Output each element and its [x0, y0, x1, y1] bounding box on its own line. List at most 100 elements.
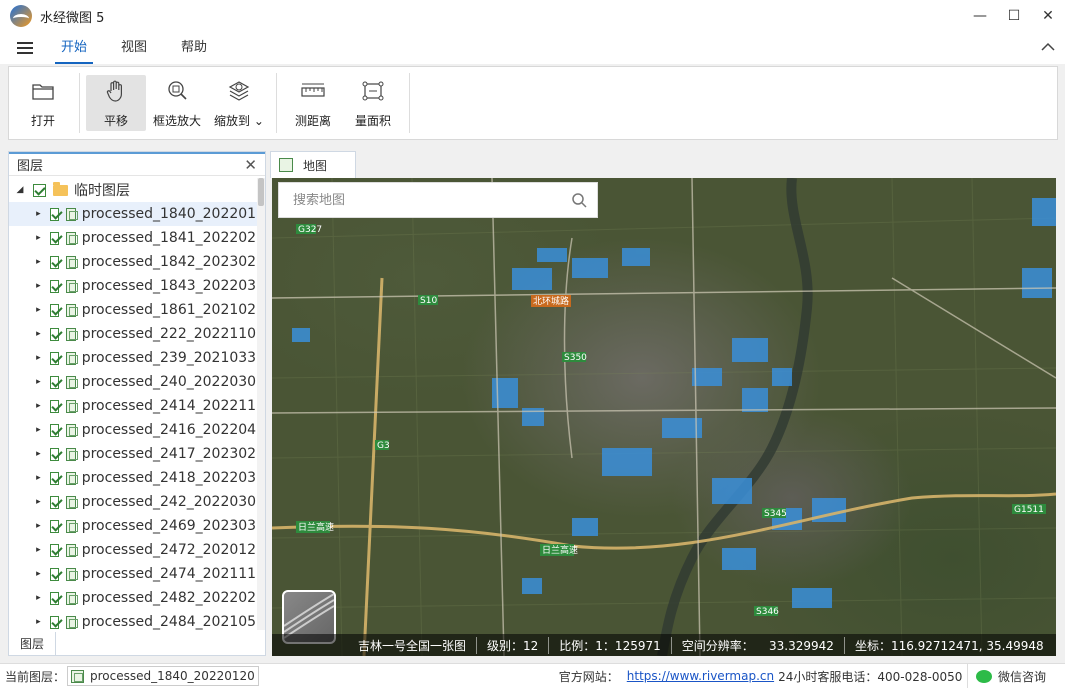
raster-layer-icon: [66, 327, 79, 341]
expand-caret-icon[interactable]: ▸: [35, 617, 42, 627]
layer-checkbox[interactable]: [49, 255, 60, 269]
measure-area-button[interactable]: 量面积: [343, 75, 403, 131]
pan-button[interactable]: 平移: [86, 75, 146, 131]
layer-name: processed_2474_2021110: [81, 566, 265, 582]
layer-checkbox[interactable]: [49, 615, 60, 629]
tab-map[interactable]: 地图: [270, 151, 356, 178]
layer-checkbox[interactable]: [49, 543, 60, 557]
layer-checkbox[interactable]: [49, 495, 60, 509]
expand-caret-icon[interactable]: ▸: [35, 281, 42, 291]
layer-checkbox[interactable]: [49, 423, 60, 437]
minimize-button[interactable]: —: [963, 0, 997, 32]
expand-caret-icon[interactable]: ▸: [35, 329, 42, 339]
layer-row[interactable]: ▸ processed_2414_2022110: [9, 394, 265, 418]
expand-caret-icon[interactable]: ▸: [35, 425, 42, 435]
layer-checkbox[interactable]: [49, 471, 60, 485]
expand-caret-icon[interactable]: ▸: [35, 569, 42, 579]
website-link[interactable]: https://www.rivermap.cn: [627, 669, 774, 683]
layer-row[interactable]: ▸ processed_1840_2022012: [9, 202, 265, 226]
open-button[interactable]: 打开: [13, 75, 73, 131]
layer-checkbox[interactable]: [49, 351, 60, 365]
scroll-thumb[interactable]: [258, 178, 264, 206]
map-label-s10: S10: [420, 296, 437, 306]
layer-tree-scrollbar[interactable]: [257, 178, 265, 630]
box-zoom-button[interactable]: 框选放大: [146, 75, 208, 131]
layer-row[interactable]: ▸ processed_2472_2020121: [9, 538, 265, 562]
close-window-button[interactable]: ✕: [1031, 0, 1065, 32]
layer-row[interactable]: ▸ processed_2418_2022032: [9, 466, 265, 490]
layer-checkbox[interactable]: [49, 231, 60, 245]
expand-caret-icon[interactable]: ▸: [35, 209, 42, 219]
close-panel-icon[interactable]: ✕: [244, 156, 257, 174]
collapse-ribbon-chevron-up-icon[interactable]: [1041, 40, 1055, 56]
maximize-button[interactable]: ☐: [997, 0, 1031, 32]
layer-name: processed_2417_2023021: [81, 446, 265, 462]
layer-checkbox[interactable]: [49, 327, 60, 341]
wechat-consult-button[interactable]: 微信咨询: [967, 664, 1065, 688]
expand-caret-icon[interactable]: ▸: [35, 401, 42, 411]
map-search-input[interactable]: [293, 192, 563, 208]
layer-row[interactable]: ▸ processed_2484_2021052: [9, 610, 265, 630]
tab-help[interactable]: 帮助: [175, 32, 213, 64]
expand-caret-icon[interactable]: ▸: [35, 545, 42, 555]
layer-name: processed_1861_2021022: [81, 302, 265, 318]
hamburger-menu-icon[interactable]: [17, 42, 33, 54]
raster-layer-icon: [66, 279, 79, 293]
layer-row[interactable]: ▸ processed_2417_2023021: [9, 442, 265, 466]
layer-checkbox[interactable]: [49, 519, 60, 533]
layer-row[interactable]: ▸ processed_2469_2023030: [9, 514, 265, 538]
expand-caret-icon[interactable]: ▸: [35, 521, 42, 531]
area-polygon-icon: [360, 78, 386, 104]
layer-row[interactable]: ▸ processed_2474_2021110: [9, 562, 265, 586]
raster-layer-icon: [66, 543, 79, 557]
layer-checkbox[interactable]: [49, 279, 60, 293]
layer-row[interactable]: ▸ processed_1843_2022032: [9, 274, 265, 298]
layer-checkbox[interactable]: [49, 447, 60, 461]
tab-view[interactable]: 视图: [115, 32, 153, 64]
tab-start[interactable]: 开始: [55, 32, 94, 64]
layer-checkbox[interactable]: [49, 399, 60, 413]
layer-row[interactable]: ▸ processed_242_20220307: [9, 490, 265, 514]
expand-caret-icon[interactable]: ▸: [35, 233, 42, 243]
expand-caret-icon[interactable]: ▸: [35, 305, 42, 315]
website-label: 官方网站：: [558, 669, 619, 684]
layer-checkbox[interactable]: [49, 303, 60, 317]
layer-name: processed_239_20210330: [81, 350, 265, 366]
layer-checkbox[interactable]: [49, 207, 60, 221]
expand-caret-icon[interactable]: ▸: [35, 377, 42, 387]
layer-row[interactable]: ▸ processed_239_20210330: [9, 346, 265, 370]
expand-caret-icon[interactable]: ◢: [15, 185, 25, 195]
open-label: 打开: [30, 113, 55, 128]
layers-bottom-tab[interactable]: 图层: [8, 632, 56, 656]
layer-row[interactable]: ▸ processed_1841_2022021: [9, 226, 265, 250]
expand-caret-icon[interactable]: ▸: [35, 593, 42, 603]
layer-panel-title: 图层: [17, 159, 44, 174]
expand-caret-icon[interactable]: ▸: [35, 473, 42, 483]
layer-row[interactable]: ▸ processed_240_20220302: [9, 370, 265, 394]
layer-row[interactable]: ▸ processed_1861_2021022: [9, 298, 265, 322]
ruler-icon: [300, 78, 326, 104]
tree-root-temp-layers[interactable]: ◢ 临时图层: [9, 178, 265, 202]
layer-checkbox[interactable]: [49, 567, 60, 581]
map-search-box[interactable]: [278, 182, 598, 218]
title-bar: 水经微图 5 — ☐ ✕: [0, 0, 1065, 32]
current-layer-name: processed_1840_20220120: [90, 669, 255, 683]
layer-row[interactable]: ▸ processed_1842_2023021: [9, 250, 265, 274]
layer-name: processed_2469_2023030: [81, 518, 265, 534]
expand-caret-icon[interactable]: ▸: [35, 497, 42, 507]
ribbon-divider: [276, 73, 277, 133]
layer-checkbox[interactable]: [49, 591, 60, 605]
layer-row[interactable]: ▸ processed_222_20221102: [9, 322, 265, 346]
expand-caret-icon[interactable]: ▸: [35, 353, 42, 363]
raster-layer-icon: [66, 447, 79, 461]
map-canvas[interactable]: 北环城路 日兰高速 日兰高速 G1511 G327 S10 G3 S345 S3…: [272, 178, 1056, 656]
layer-checkbox[interactable]: [33, 183, 46, 197]
search-icon[interactable]: [571, 192, 587, 208]
layer-row[interactable]: ▸ processed_2482_2022020: [9, 586, 265, 610]
layer-row[interactable]: ▸ processed_2416_2022041: [9, 418, 265, 442]
layer-checkbox[interactable]: [49, 375, 60, 389]
zoom-to-button[interactable]: 缩放到 ⌄: [208, 75, 270, 131]
expand-caret-icon[interactable]: ▸: [35, 257, 42, 267]
expand-caret-icon[interactable]: ▸: [35, 449, 42, 459]
measure-distance-button[interactable]: 测距离: [283, 75, 343, 131]
